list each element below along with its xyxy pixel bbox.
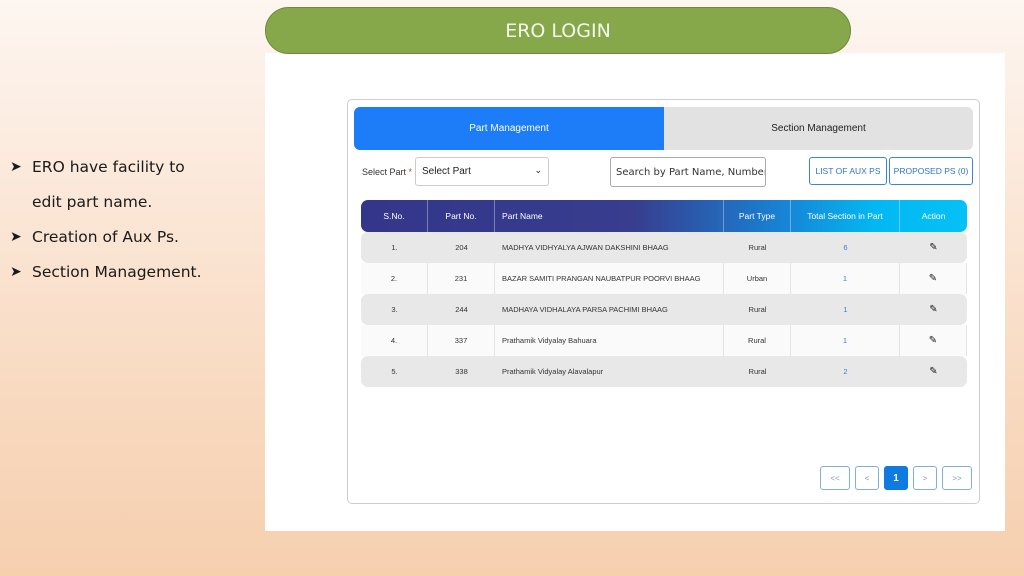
page-prev-button[interactable]: < [855,466,879,490]
bullet-text: Section Management. [32,263,202,281]
header-action: Action [921,211,946,221]
bullet-text: ERO have facility to [32,158,185,176]
header-part-type: Part Type [724,200,791,232]
bullet-continuation: edit part name. [10,185,260,220]
cell-total-sections-link[interactable]: 1 [791,325,900,356]
cell-total-sections-link[interactable]: 1 [791,263,900,294]
cell-part-name: BAZAR SAMITI PRANGAN NAUBATPUR POORVI BH… [495,263,724,294]
cell-part-type: Rural [724,325,791,356]
table-row: 5. 338 Prathamik Vidyalay Alavalapur Rur… [361,356,967,387]
table-row: 4. 337 Prathamik Vidyalay Bahuara Rural … [361,325,967,356]
edit-pencil-icon[interactable]: ✎ [929,242,937,253]
page-current-button[interactable]: 1 [884,466,908,490]
tab-bar: Part Management Section Management [354,107,973,150]
cell-sno: 5. [391,367,398,376]
parts-table: S.No. Part No. Part Name Part Type Total… [361,200,967,387]
cell-action: ✎ [900,325,967,356]
cell-part-type: Rural [748,243,767,252]
cell-total-sections-link[interactable]: 2 [791,356,900,387]
arrowhead-bullet-icon: ➤ [10,264,22,280]
cell-action: ✎ [900,263,967,294]
select-part-label: Select Part * [362,167,412,177]
table-header: S.No. Part No. Part Name Part Type Total… [361,200,967,232]
cell-part-name: Prathamik Vidyalay Alavalapur [502,367,604,376]
page-next-button[interactable]: > [913,466,937,490]
header-part-no: Part No. [428,200,495,232]
select-part-value: Select Part [422,166,471,177]
bullet-text: Creation of Aux Ps. [32,228,179,246]
page-last-button[interactable]: >> [942,466,972,490]
arrowhead-bullet-icon: ➤ [10,229,22,245]
select-part-dropdown[interactable]: Select Part ⌄ [415,157,549,186]
cell-part-no: 337 [428,325,495,356]
cell-total-sections-link[interactable]: 1 [791,294,900,325]
select-part-label-text: Select Part [362,167,407,177]
cell-action: ✎ [900,294,967,325]
cell-part-type: Rural [748,367,767,376]
cell-action: ✎ [900,232,967,263]
search-input[interactable] [610,157,766,187]
part-management-card: Part Management Section Management Selec… [347,99,980,504]
table-row: 1. 204 MADHYA VIDHYALYA AJWAN DAKSHINI B… [361,232,967,263]
cell-total-sections-link[interactable]: 6 [791,232,900,263]
edit-pencil-icon[interactable]: ✎ [929,273,937,284]
required-mark: * [408,167,413,177]
edit-pencil-icon[interactable]: ✎ [929,335,937,346]
header-sno: S.No. [361,200,428,232]
cell-part-no: 204 [455,243,468,252]
cell-part-no: 231 [428,263,495,294]
edit-pencil-icon[interactable]: ✎ [929,366,937,377]
edit-pencil-icon[interactable]: ✎ [929,304,937,315]
cell-part-name: MADHAYA VIDHALAYA PARSA PACHIMI BHAAG [502,305,668,314]
tab-part-management[interactable]: Part Management [354,107,664,150]
cell-part-type: Urban [724,263,791,294]
header-part-name: Part Name [495,200,724,232]
screenshot-panel: Part Management Section Management Selec… [265,53,1005,531]
bullet-item: ➤ ERO have facility to [10,150,260,185]
tab-section-management[interactable]: Section Management [664,107,973,150]
page-first-button[interactable]: << [820,466,850,490]
arrowhead-bullet-icon: ➤ [10,159,22,175]
slide-title: ERO LOGIN [265,7,851,54]
cell-part-no: 244 [455,305,468,314]
cell-sno: 3. [391,305,398,314]
cell-part-name: MADHYA VIDHYALYA AJWAN DAKSHINI BHAAG [502,243,669,252]
cell-part-type: Rural [748,305,767,314]
bullet-item: ➤ Creation of Aux Ps. [10,220,260,255]
cell-sno: 2. [361,263,428,294]
header-total-sections: Total Section in Part [791,200,900,232]
chevron-down-icon: ⌄ [534,165,542,175]
table-row: 2. 231 BAZAR SAMITI PRANGAN NAUBATPUR PO… [361,263,967,294]
cell-part-name: Prathamik Vidyalay Bahuara [495,325,724,356]
cell-part-no: 338 [455,367,468,376]
bullet-text: edit part name. [32,193,153,211]
list-aux-ps-button[interactable]: LIST OF AUX PS [809,157,887,185]
bullet-list: ➤ ERO have facility to edit part name. ➤… [10,150,260,290]
bullet-item: ➤ Section Management. [10,255,260,290]
cell-sno: 4. [361,325,428,356]
cell-sno: 1. [391,243,398,252]
table-row: 3. 244 MADHAYA VIDHALAYA PARSA PACHIMI B… [361,294,967,325]
cell-action: ✎ [900,356,967,387]
pagination: << < 1 > >> [820,466,972,490]
proposed-ps-button[interactable]: PROPOSED PS (0) [889,157,973,185]
